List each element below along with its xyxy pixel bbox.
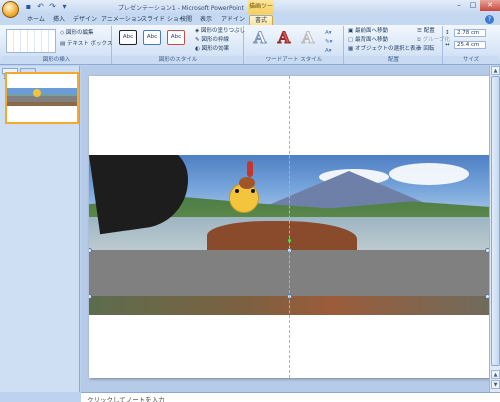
shape-outline-button[interactable]: ✎ 図形の枠線 [195, 36, 229, 44]
bring-front-icon: ▣ [348, 28, 355, 34]
text-box-button[interactable]: ▤ テキスト ボックス [60, 40, 112, 48]
tab-insert[interactable]: 挿入 [53, 15, 65, 25]
text-outline-icon[interactable]: ✎▾ [325, 38, 332, 46]
wordart-style-swatch[interactable]: A [251, 28, 269, 47]
tab-format[interactable]: 書式 [249, 15, 274, 25]
shape-style-swatch[interactable]: Abc [167, 30, 185, 45]
bring-to-front-label: 最前面へ移動 [354, 28, 388, 34]
edit-shape-button[interactable]: ◇ 図形の編集 [60, 29, 94, 37]
selection-pane-label: オブジェクトの選択と表示 [354, 46, 421, 52]
shape-width-input[interactable]: 25.4 cm [454, 41, 486, 49]
shape-style-swatch[interactable]: Abc [143, 30, 161, 45]
group-label: 図形の挿入 [2, 56, 111, 64]
tab-view[interactable]: 表示 [200, 15, 212, 25]
selected-rectangle-shape[interactable] [89, 250, 491, 296]
width-icon: ↔ [445, 42, 450, 48]
selection-pane-icon: ▦ [348, 46, 355, 52]
notes-placeholder: クリックしてノートを入力 [87, 396, 165, 402]
tab-design[interactable]: デザイン [73, 15, 97, 25]
group-label: サイズ [444, 56, 498, 64]
shape-effects-button[interactable]: ◐ 図形の効果 [195, 45, 229, 53]
undo-icon[interactable]: ↶ [36, 2, 45, 11]
maximize-button[interactable]: □ [466, 0, 480, 11]
edit-shape-label: 図形の編集 [65, 30, 94, 36]
send-to-back-label: 最背面へ移動 [354, 37, 388, 43]
shape-height-input[interactable]: 2.78 cm [454, 29, 486, 37]
rotate-button[interactable]: ⟳ 回転 [417, 45, 434, 53]
wordart-style-swatch[interactable]: A [299, 28, 317, 47]
slide-workspace [81, 66, 491, 392]
notes-pane[interactable]: クリックしてノートを入力 [81, 392, 500, 402]
title-bar: ▪ ↶ ↷ ▾ プレゼンテーション1 - Microsoft PowerPoin… [0, 0, 500, 24]
send-back-icon: ▢ [348, 37, 355, 43]
text-fill-icon[interactable]: A▾ [325, 29, 332, 37]
shape-effects-label: 図形の効果 [201, 46, 230, 52]
photo-duck-beak [239, 177, 255, 189]
group-wordart-styles: A A A A▾ ✎▾ A▾ ワードアート スタイル [245, 26, 344, 64]
scroll-thumb[interactable] [491, 76, 500, 366]
scroll-up-button[interactable]: ▲ [491, 66, 500, 75]
slide-thumbnail[interactable] [5, 72, 79, 124]
tab-slideshow[interactable]: スライド ショー [141, 15, 185, 25]
tab-home[interactable]: ホーム [27, 15, 45, 25]
group-insert-shapes: ◇ 図形の編集 ▤ テキスト ボックス 図形の挿入 [2, 26, 112, 64]
shape-fill-label: 図形の塗りつぶし [200, 28, 246, 34]
vertical-scrollbar[interactable]: ▲ ▲ ▼ [489, 66, 500, 392]
group-size: ↕ 2.78 cm ↔ 25.4 cm サイズ [444, 26, 498, 64]
photo-duck-eye [235, 189, 239, 193]
align-label: 配置 [423, 28, 435, 34]
wordart-style-swatch[interactable]: A [275, 28, 293, 47]
height-icon: ↕ [445, 30, 450, 36]
text-effects-icon[interactable]: A▾ [325, 47, 332, 55]
help-icon[interactable]: ? [485, 15, 494, 24]
slide-photo[interactable] [89, 155, 491, 315]
minimize-button[interactable]: – [452, 0, 466, 11]
align-button[interactable]: ☰ 配置 [417, 27, 435, 35]
group-label: 図形のスタイル [113, 56, 243, 64]
group-arrange: ▣ 最前面へ移動 ▢ 最背面へ移動 ▦ オブジェクトの選択と表示 ☰ 配置 ⧉ … [345, 26, 450, 64]
window-title: プレゼンテーション1 - Microsoft PowerPoint [118, 5, 244, 12]
tab-review[interactable]: 校閲 [180, 15, 192, 25]
text-box-icon: ▤ [60, 41, 67, 47]
text-box-label: テキスト ボックス [66, 41, 113, 47]
contextual-tab-group-label: 描画ツール [248, 0, 274, 24]
slide-thumbnail-preview [7, 74, 77, 122]
thumbnail-duck [33, 89, 41, 97]
redo-icon[interactable]: ↷ [48, 2, 57, 11]
shape-outline-label: 図形の枠線 [201, 37, 229, 43]
window-controls: – □ ✕ [452, 0, 500, 11]
align-icon: ☰ [417, 28, 424, 34]
slide-canvas[interactable] [89, 76, 491, 378]
send-to-back-button[interactable]: ▢ 最背面へ移動 [348, 36, 388, 44]
shape-fill-button[interactable]: ◈ 図形の塗りつぶし [195, 27, 245, 35]
shape-gallery[interactable] [6, 29, 56, 53]
tab-animations[interactable]: アニメーション [101, 15, 143, 25]
photo-duck-comb [247, 161, 253, 177]
thumbnail-rectangle [7, 96, 77, 102]
slides-pane: 1 [0, 66, 80, 392]
group-shape-styles: Abc Abc Abc ◈ 図形の塗りつぶし ✎ 図形の枠線 ◐ 図形の効果 図… [113, 26, 245, 64]
group-label: 配置 [345, 56, 442, 64]
close-button[interactable]: ✕ [480, 0, 500, 11]
customize-icon[interactable]: ▾ [60, 2, 69, 11]
next-slide-button[interactable]: ▼ [491, 380, 500, 389]
rotate-label: 回転 [423, 46, 435, 52]
shape-style-swatch[interactable]: Abc [119, 30, 137, 45]
office-button[interactable] [2, 1, 19, 18]
tab-addins[interactable]: アドイン [221, 15, 245, 25]
bring-to-front-button[interactable]: ▣ 最前面へ移動 [348, 27, 388, 35]
quick-access-toolbar: ▪ ↶ ↷ ▾ [24, 2, 69, 11]
ribbon: ◇ 図形の編集 ▤ テキスト ボックス 図形の挿入 Abc Abc Abc ◈ … [0, 25, 500, 65]
prev-slide-button[interactable]: ▲ [491, 370, 500, 379]
save-icon[interactable]: ▪ [24, 2, 33, 11]
selection-pane-button[interactable]: ▦ オブジェクトの選択と表示 [348, 45, 421, 53]
center-guide [289, 76, 290, 378]
group-label: ワードアート スタイル [245, 56, 343, 64]
ribbon-tabs: ホーム 挿入 デザイン アニメーション スライド ショー 校閲 表示 アドイン … [0, 14, 500, 25]
photo-duck-eye [251, 189, 255, 193]
